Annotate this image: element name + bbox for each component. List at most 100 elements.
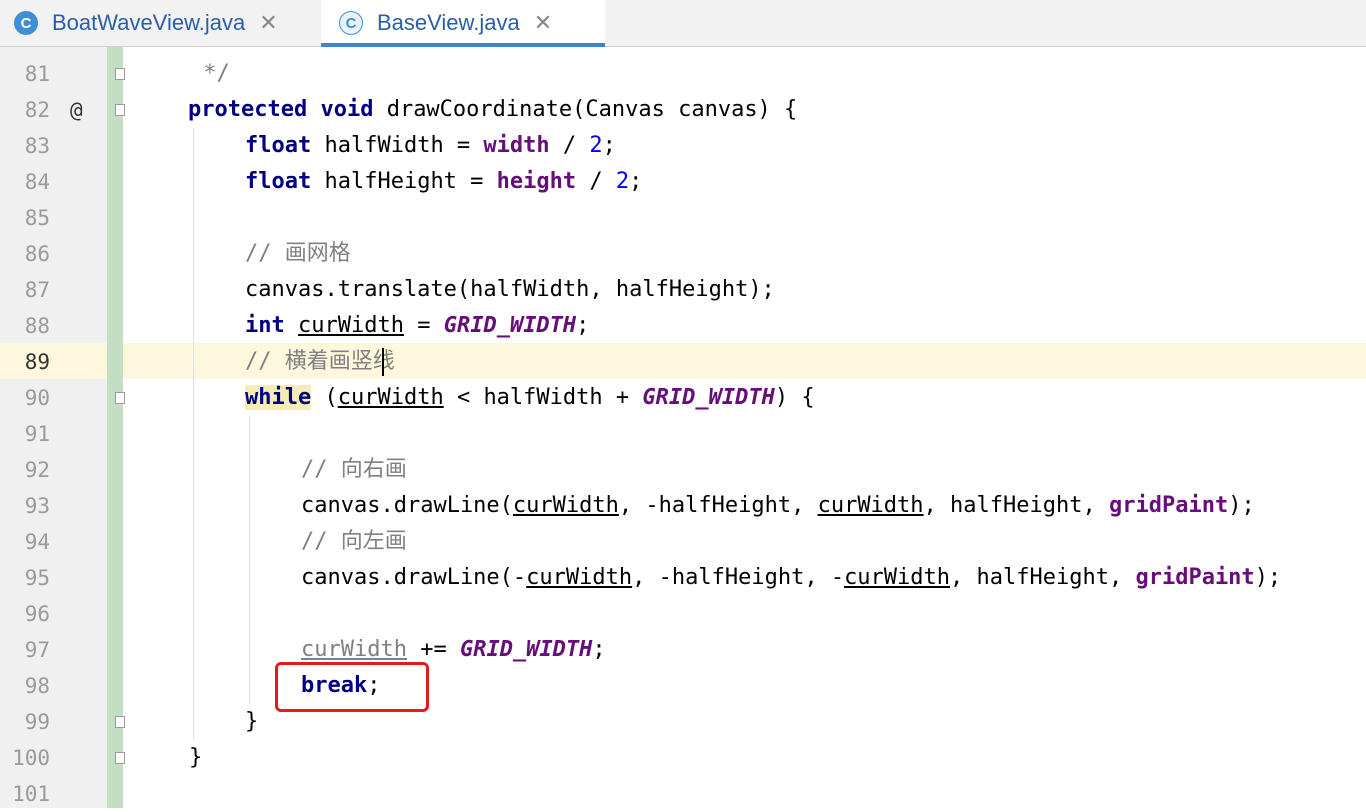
line-number: 94	[24, 530, 50, 554]
code-text: drawCoordinate(Canvas canvas) {	[373, 97, 798, 122]
tab-label: BaseView.java	[377, 10, 520, 35]
variable: curWidth	[526, 565, 633, 590]
keyword: float	[245, 133, 312, 158]
editor-tab-bar: C BoatWaveView.java ✕ C BaseView.java ✕	[0, 0, 1366, 47]
code-line-82[interactable]: protected void drawCoordinate(Canvas can…	[188, 92, 797, 128]
field: gridPaint	[1108, 493, 1229, 518]
code-line-94[interactable]: // 向左画	[301, 524, 407, 560]
line-number: 97	[24, 638, 50, 662]
line-number: 83	[24, 134, 50, 158]
line-number: 99	[24, 710, 50, 734]
line-number: 82	[24, 98, 50, 122]
comment: // 向左画	[301, 529, 407, 554]
closing-brace: }	[245, 709, 259, 734]
vcs-change-marker[interactable]	[107, 47, 123, 808]
highlight-annotation-box	[275, 662, 429, 712]
variable: curWidth	[844, 565, 951, 590]
tab-boatwaveview[interactable]: C BoatWaveView.java ✕	[14, 0, 278, 46]
code-text: ;	[629, 169, 643, 194]
active-tab-indicator	[321, 43, 605, 47]
line-number: 90	[24, 386, 50, 410]
variable: curWidth	[817, 493, 924, 518]
code-text: , halfHeight,	[923, 493, 1109, 518]
field: width	[483, 133, 550, 158]
field: height	[496, 169, 577, 194]
code-line-86[interactable]: // 画网格	[245, 236, 351, 272]
tab-label: BoatWaveView.java	[52, 10, 246, 35]
code-text: halfWidth =	[311, 133, 484, 158]
keyword: void	[320, 97, 374, 122]
java-class-icon: C	[14, 11, 38, 35]
comment-end: */	[190, 61, 230, 86]
code-text: halfHeight =	[311, 169, 497, 194]
field: gridPaint	[1135, 565, 1255, 590]
code-text: , -halfHeight, -	[632, 565, 845, 590]
keyword: while	[245, 385, 312, 410]
line-number: 88	[24, 314, 50, 338]
code-line-84[interactable]: float halfHeight = height / 2;	[245, 164, 642, 200]
code-line-88[interactable]: int curWidth = GRID_WIDTH;	[245, 308, 589, 344]
code-line-87[interactable]: canvas.translate(halfWidth, halfHeight);	[245, 272, 775, 308]
code-text: ;	[602, 133, 616, 158]
line-number: 91	[24, 422, 50, 446]
variable: curWidth	[301, 637, 407, 662]
close-tab-icon[interactable]: ✕	[259, 10, 277, 36]
code-line-92[interactable]: // 向右画	[301, 452, 407, 488]
line-number: 84	[24, 170, 50, 194]
code-text: , halfHeight,	[950, 565, 1136, 590]
code-text: ;	[592, 637, 606, 662]
comment: // 向右画	[301, 457, 407, 482]
number: 2	[615, 169, 630, 194]
variable: curWidth	[298, 313, 404, 338]
constant: GRID_WIDTH	[443, 313, 577, 338]
code-line-95[interactable]: canvas.drawLine(-curWidth, -halfHeight, …	[301, 560, 1281, 596]
keyword: protected	[188, 97, 308, 122]
code-text: canvas.drawLine(	[301, 493, 513, 518]
keyword: int	[245, 313, 285, 338]
code-line-100[interactable]: }	[189, 740, 202, 776]
line-number: 87	[24, 278, 50, 302]
fold-end-icon[interactable]	[115, 68, 125, 80]
close-tab-icon[interactable]: ✕	[534, 10, 552, 36]
code-text: canvas.drawLine(-	[301, 565, 527, 590]
code-line-93[interactable]: canvas.drawLine(curWidth, -halfHeight, c…	[301, 488, 1255, 524]
code-text: ) {	[774, 385, 815, 410]
line-number: 95	[24, 566, 50, 590]
code-line-89[interactable]: // 横着画竖线	[245, 344, 395, 380]
line-number: 100	[12, 746, 50, 770]
indent-guide	[193, 128, 194, 740]
code-text: +=	[406, 637, 460, 662]
fold-end-icon[interactable]	[115, 752, 125, 764]
override-method-icon[interactable]: @	[70, 92, 83, 128]
code-text: );	[1254, 565, 1282, 590]
code-line-83[interactable]: float halfWidth = width / 2;	[245, 128, 616, 164]
keyword: float	[245, 169, 312, 194]
comment: // 横着画竖线	[245, 349, 395, 374]
code-text: canvas.translate(halfWidth, halfHeight);	[245, 277, 775, 302]
line-number: 101	[12, 782, 50, 806]
code-text: ;	[576, 313, 590, 338]
java-class-icon: C	[339, 11, 363, 35]
line-number: 85	[24, 206, 50, 230]
number: 2	[589, 133, 603, 158]
code-line-90[interactable]: while (curWidth < halfWidth + GRID_WIDTH…	[245, 380, 815, 416]
code-text: );	[1228, 493, 1255, 518]
fold-end-icon[interactable]	[115, 716, 125, 728]
constant: GRID_WIDTH	[642, 385, 775, 410]
line-number: 93	[24, 494, 50, 518]
variable: curWidth	[512, 493, 619, 518]
code-text: (	[311, 385, 338, 410]
tab-baseview[interactable]: C BaseView.java ✕	[321, 0, 605, 47]
line-number: 86	[24, 242, 50, 266]
indent-guide	[249, 416, 250, 704]
code-line-81[interactable]: */	[190, 56, 230, 92]
fold-start-icon[interactable]	[115, 104, 125, 116]
code-text: /	[549, 133, 590, 158]
constant: GRID_WIDTH	[459, 637, 593, 662]
comment: // 画网格	[245, 241, 351, 266]
closing-brace: }	[189, 745, 203, 770]
line-number: 92	[24, 458, 50, 482]
fold-start-icon[interactable]	[115, 392, 125, 404]
code-text: < halfWidth +	[443, 385, 643, 410]
code-line-99[interactable]: }	[245, 704, 258, 740]
